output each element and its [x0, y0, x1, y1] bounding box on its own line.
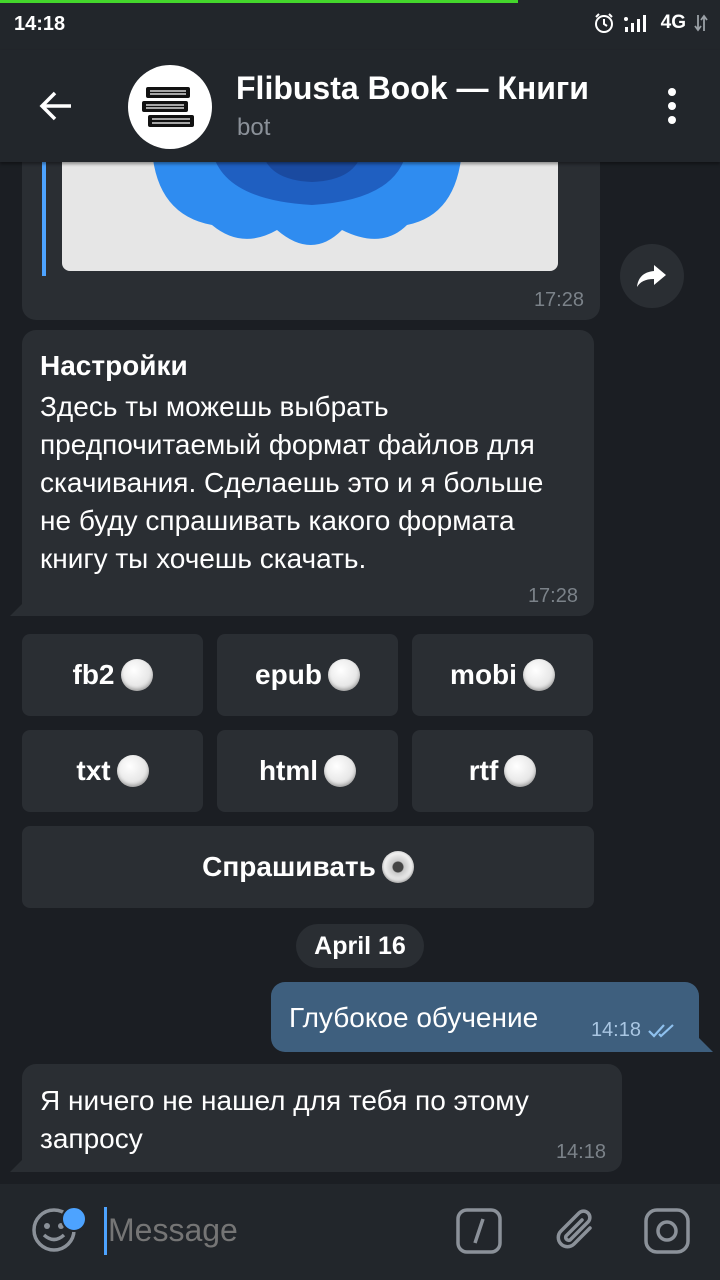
more-menu-button[interactable] [660, 88, 684, 128]
settings-title: Настройки [40, 350, 188, 381]
radio-icon [116, 755, 149, 787]
book-stack-icon [142, 87, 194, 127]
message-time: 17:28 [527, 585, 578, 607]
alarm-icon [594, 13, 613, 33]
radio-icon [120, 659, 153, 691]
status-time: 14:18 [14, 13, 66, 35]
settings-message: Настройки Здесь ты можешь выбрать предпо… [22, 330, 594, 616]
back-button[interactable] [30, 80, 82, 132]
loading-progress [0, 0, 518, 3]
notification-dot [61, 1206, 87, 1232]
signal-icon [623, 15, 646, 32]
format-button-rtf[interactable]: rtf [412, 730, 593, 812]
chat-subtitle: bot [237, 114, 271, 141]
status-bar: 14:18 4G [0, 0, 720, 50]
bubble-tail [10, 1158, 24, 1172]
data-transfer-icon [694, 14, 708, 32]
chat-title[interactable]: Flibusta Book — Книги [236, 70, 589, 107]
button-label: html [258, 755, 319, 786]
network-type: 4G [660, 12, 686, 33]
attach-icon[interactable] [552, 1206, 600, 1254]
bubble-tail [699, 1038, 713, 1052]
radio-icon [522, 659, 555, 691]
outgoing-message: Глубокое обучение 14:18 [271, 982, 699, 1052]
avatar[interactable] [128, 65, 212, 149]
bubble-tail [10, 602, 24, 616]
camera-icon[interactable] [644, 1208, 690, 1254]
button-label: Спрашивать [202, 851, 376, 882]
settings-text: Здесь ты можешь выбрать предпочитаемый ф… [40, 391, 544, 574]
date-separator: April 16 [296, 924, 424, 968]
share-icon [637, 265, 666, 287]
button-label: rtf [468, 755, 499, 786]
chat-header: Flibusta Book — Книги bot [0, 50, 720, 162]
dot [668, 116, 676, 124]
radio-icon [324, 755, 357, 787]
outgoing-text: Глубокое обучение [289, 1002, 539, 1033]
button-label: txt [76, 755, 111, 786]
radio-selected-icon [381, 851, 414, 883]
slash-command-icon[interactable] [456, 1208, 502, 1254]
format-button-mobi[interactable]: mobi [412, 634, 593, 716]
button-label: epub [255, 659, 322, 690]
radio-icon [327, 659, 360, 691]
format-button-epub[interactable]: epub [217, 634, 398, 716]
button-label: mobi [450, 659, 517, 690]
message-time: 14:18 [590, 1019, 641, 1041]
double-check-icon [648, 1023, 674, 1038]
message-input[interactable] [108, 1212, 428, 1249]
message-time: 17:28 [533, 289, 584, 311]
more-vert-icon [668, 88, 676, 96]
share-button[interactable] [620, 244, 684, 308]
dot [668, 102, 676, 110]
message-input-bar [0, 1184, 720, 1280]
format-button-fb2[interactable]: fb2 [22, 634, 203, 716]
message-time: 14:18 [555, 1141, 606, 1163]
format-button-html[interactable]: html [217, 730, 398, 812]
radio-icon [504, 755, 537, 787]
outgoing-meta: 14:18 [591, 1019, 681, 1042]
text-cursor [104, 1207, 107, 1255]
ask-button[interactable]: Спрашивать [22, 826, 594, 908]
back-arrow-icon [39, 91, 71, 121]
status-icons: 4G [593, 12, 708, 34]
button-label: fb2 [72, 659, 115, 690]
format-button-txt[interactable]: txt [22, 730, 203, 812]
incoming-message: Я ничего не нашел для тебя по этому запр… [22, 1064, 622, 1172]
reply-text: Я ничего не нашел для тебя по этому запр… [40, 1085, 529, 1154]
